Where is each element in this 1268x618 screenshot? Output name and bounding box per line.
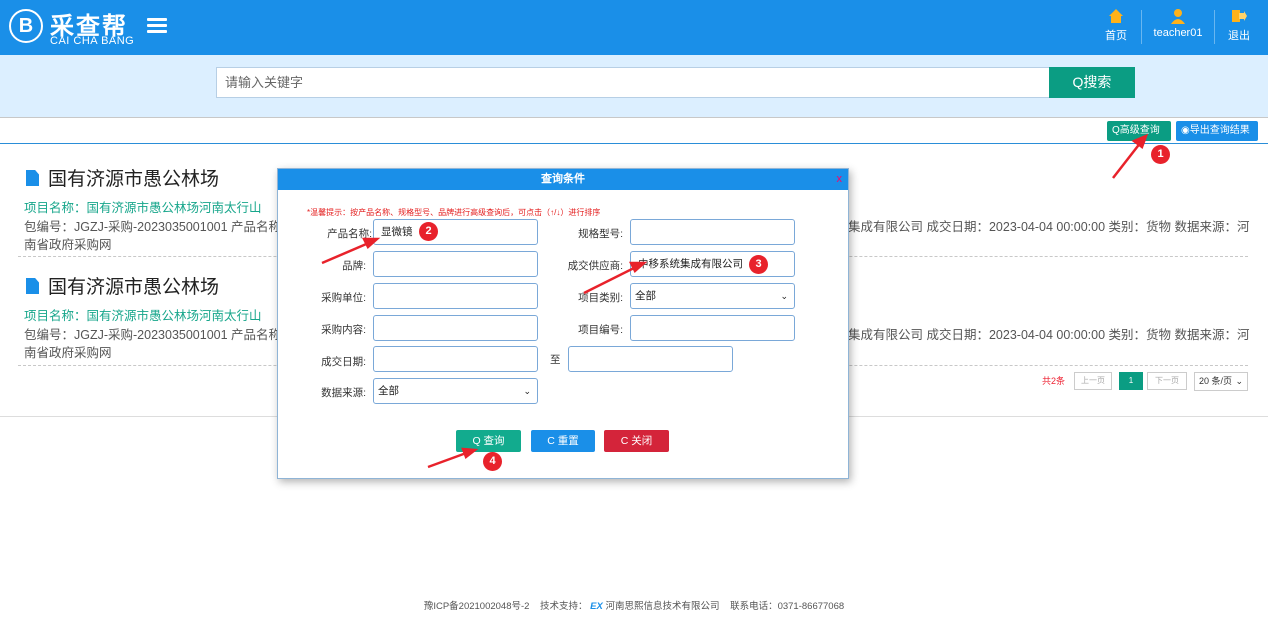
search-button[interactable]: Q搜索 bbox=[1049, 67, 1135, 98]
pager-next-button[interactable]: 下一页 bbox=[1147, 372, 1187, 390]
supplier-input[interactable]: 中移系统集成有限公司 bbox=[630, 251, 795, 277]
nav-logout-label: 退出 bbox=[1228, 30, 1250, 42]
deal-date-start-input[interactable] bbox=[373, 346, 538, 372]
brand-input[interactable] bbox=[373, 251, 538, 277]
pager-total: 共2条 bbox=[1042, 376, 1066, 386]
logo-subtext: CAI CHA BANG bbox=[50, 35, 135, 47]
home-icon bbox=[1109, 9, 1123, 23]
footer-icp[interactable]: 豫ICP备2021002048号-2 bbox=[424, 601, 530, 612]
nav-home[interactable]: 首页 bbox=[1102, 8, 1130, 48]
top-navbar: B 采查帮 CAI CHA BANG 首页 teacher01 退出 bbox=[0, 0, 1268, 55]
close-button[interactable]: C 关闭 bbox=[604, 430, 669, 452]
logo-glyph: B bbox=[18, 14, 34, 37]
hamburger-menu-icon[interactable] bbox=[147, 18, 167, 34]
dialog-title: 查询条件 bbox=[541, 173, 585, 185]
purchaser-label: 采购单位: bbox=[321, 292, 366, 304]
nav-divider bbox=[1214, 10, 1215, 44]
page-size-value: 20 条/页 bbox=[1199, 376, 1233, 386]
footer-support-company: 河南思熙信息技术有限公司 bbox=[605, 601, 720, 612]
user-icon bbox=[1171, 9, 1185, 24]
footer: 豫ICP备2021002048号-2 技术支持： EX 河南思熙信息技术有限公司… bbox=[0, 598, 1268, 612]
result-project-name[interactable]: 项目名称：国有济源市愚公林场河南太行山 bbox=[24, 305, 262, 324]
toolbar: Q高级查询 ◉导出查询结果 bbox=[0, 117, 1268, 144]
chevron-down-icon: ⌄ bbox=[523, 386, 531, 396]
footer-support-label: 技术支持： bbox=[540, 601, 588, 612]
nav-user-label: teacher01 bbox=[1153, 27, 1203, 39]
project-no-label: 项目编号: bbox=[578, 324, 623, 336]
product-name-label: 产品名称: bbox=[327, 228, 372, 240]
result-meta-wrap: 南省政府采购网 bbox=[24, 238, 112, 252]
dialog-close-icon[interactable]: x bbox=[837, 169, 843, 190]
nav-home-label: 首页 bbox=[1105, 30, 1127, 42]
annotation-badge-4: 4 bbox=[483, 452, 502, 471]
source-select[interactable]: 全部 ⌄ bbox=[373, 378, 538, 404]
result-title[interactable]: 国有济源市愚公林场 bbox=[26, 164, 219, 191]
product-name-input[interactable]: 显微镜 bbox=[373, 219, 538, 245]
spec-model-label: 规格型号: bbox=[578, 228, 623, 240]
nav-user[interactable]: teacher01 bbox=[1150, 8, 1206, 48]
chevron-down-icon: ⌄ bbox=[780, 291, 788, 301]
spec-model-input[interactable] bbox=[630, 219, 795, 245]
search-band: 请输入关键字 Q搜索 bbox=[0, 55, 1268, 117]
pager-page-1[interactable]: 1 bbox=[1119, 372, 1143, 390]
reset-button[interactable]: C 重置 bbox=[531, 430, 595, 452]
result-project-name[interactable]: 项目名称：国有济源市愚公林场河南太行山 bbox=[24, 197, 262, 216]
nav-divider bbox=[1141, 10, 1142, 44]
result-meta-wrap: 南省政府采购网 bbox=[24, 346, 112, 360]
result-meta-right: 集成有限公司 成交日期：2023-04-04 00:00:00 类别：货物 数据… bbox=[848, 328, 1250, 342]
purchaser-input[interactable] bbox=[373, 283, 538, 309]
content-input[interactable] bbox=[373, 315, 538, 341]
export-results-button[interactable]: ◉导出查询结果 bbox=[1176, 121, 1258, 141]
logo-icon: B bbox=[9, 9, 43, 43]
advanced-search-button[interactable]: Q高级查询 bbox=[1107, 121, 1171, 141]
result-meta: 包编号：JGZJ-采购-2023035001001 产品名称： bbox=[24, 220, 294, 234]
arrow-1 bbox=[1112, 141, 1142, 179]
search-input[interactable]: 请输入关键字 bbox=[216, 67, 1050, 98]
footer-phone: 联系电话：0371-86677068 bbox=[730, 601, 845, 612]
source-value: 全部 bbox=[378, 385, 399, 397]
logout-icon bbox=[1232, 10, 1247, 22]
result-title-text: 国有济源市愚公林场 bbox=[48, 277, 220, 298]
document-icon bbox=[26, 278, 39, 294]
brand-label: 品牌: bbox=[342, 260, 366, 272]
deal-date-end-input[interactable] bbox=[568, 346, 733, 372]
deal-date-label: 成交日期: bbox=[321, 356, 366, 368]
annotation-badge-2: 2 bbox=[419, 222, 438, 241]
dialog-header: 查询条件 x bbox=[278, 169, 848, 190]
dialog-tip: *温馨提示：按产品名称、规格型号、品牌进行高级查询后，可点击（↑/↓）进行排序 bbox=[307, 208, 601, 217]
content-label: 采购内容: bbox=[321, 324, 366, 336]
supplier-label: 成交供应商: bbox=[567, 260, 623, 272]
query-dialog: 查询条件 x *温馨提示：按产品名称、规格型号、品牌进行高级查询后，可点击（↑/… bbox=[277, 168, 849, 479]
page-size-select[interactable]: 20 条/页 ⌄ bbox=[1194, 372, 1248, 391]
annotation-badge-3: 3 bbox=[749, 255, 768, 274]
result-meta: 包编号：JGZJ-采购-2023035001001 产品名称： bbox=[24, 328, 294, 342]
project-type-label: 项目类别: bbox=[578, 292, 623, 304]
date-range-separator: 至 bbox=[550, 354, 561, 366]
query-button[interactable]: Q 查询 bbox=[456, 430, 521, 452]
project-type-select[interactable]: 全部 ⌄ bbox=[630, 283, 795, 309]
result-title[interactable]: 国有济源市愚公林场 bbox=[26, 272, 219, 299]
support-logo-icon: EX bbox=[590, 601, 603, 612]
document-icon bbox=[26, 170, 39, 186]
project-type-value: 全部 bbox=[635, 290, 656, 302]
chevron-down-icon: ⌄ bbox=[1235, 376, 1243, 386]
project-no-input[interactable] bbox=[630, 315, 795, 341]
result-title-text: 国有济源市愚公林场 bbox=[48, 169, 220, 190]
nav-logout[interactable]: 退出 bbox=[1226, 8, 1252, 48]
source-label: 数据来源: bbox=[321, 387, 366, 399]
pager-prev-button[interactable]: 上一页 bbox=[1074, 372, 1112, 390]
annotation-badge-1: 1 bbox=[1151, 145, 1170, 164]
result-meta-right: 集成有限公司 成交日期：2023-04-04 00:00:00 类别：货物 数据… bbox=[848, 220, 1250, 234]
